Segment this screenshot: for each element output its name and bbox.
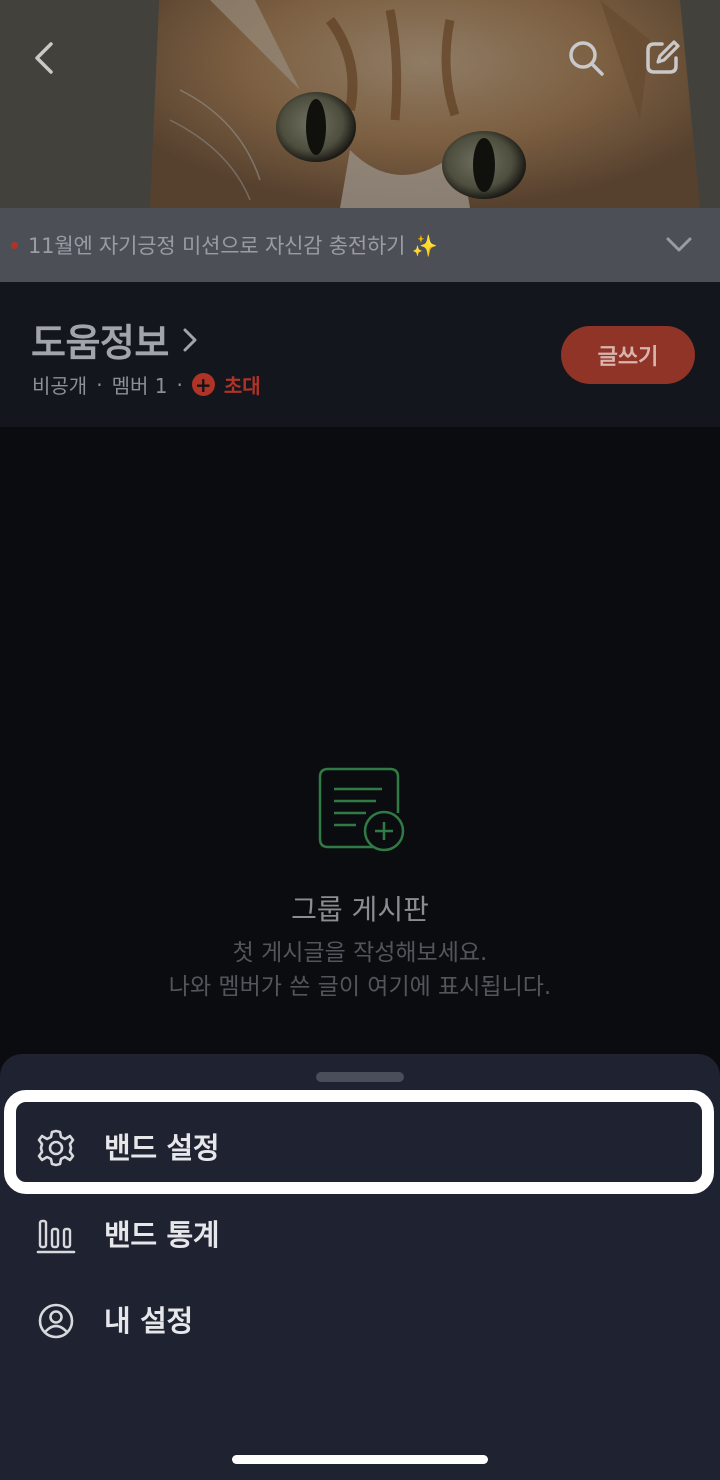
menu-item-my-settings[interactable]: 내 설정 [0,1277,720,1361]
menu-label: 내 설정 [104,1304,193,1338]
write-post-button[interactable] [634,30,690,86]
separator-dot: · [176,372,183,397]
plus-icon[interactable]: + [191,373,215,396]
user-circle-icon [36,1301,76,1341]
chevron-left-icon [35,42,53,74]
band-meta: 비공개 · 멤버 1 · + 초대 [32,370,261,399]
sheet-grabber[interactable] [316,1072,404,1082]
write-button[interactable]: 글쓰기 [561,326,695,384]
search-button[interactable] [558,30,614,86]
new-dot [11,241,18,249]
menu-item-band-stats[interactable]: 밴드 통계 [0,1191,720,1275]
menu-item-band-settings[interactable]: 밴드 설정 [0,1104,720,1188]
new-post-icon [318,767,405,852]
chevron-down-icon[interactable] [664,230,694,260]
empty-description: 첫 게시글을 작성해보세요. 나와 멤버가 쓴 글이 여기에 표시됩니다. [0,936,720,1004]
separator-dot: · [96,372,103,397]
notice-banner[interactable]: 11월엔 자기긍정 미션으로 자신감 충전하기 ✨ [0,208,720,282]
band-name-link[interactable]: 도움정보 [31,312,199,367]
search-icon [569,41,604,76]
edit-icon [646,40,680,74]
visibility-label: 비공개 [32,374,88,398]
gear-icon [36,1128,76,1168]
empty-line-2: 나와 멤버가 쓴 글이 여기에 표시됩니다. [168,974,552,1000]
menu-label: 밴드 통계 [104,1218,220,1252]
band-name: 도움정보 [31,321,169,365]
empty-title: 그룹 게시판 [291,893,429,926]
member-count: 멤버 1 [111,374,168,398]
menu-label: 밴드 설정 [104,1131,220,1165]
chevron-right-icon [183,328,197,351]
empty-line-1: 첫 게시글을 작성해보세요. [232,940,488,966]
invite-link[interactable]: 초대 [224,370,261,399]
home-indicator[interactable] [232,1455,488,1464]
notice-text: 11월엔 자기긍정 미션으로 자신감 충전하기 ✨ [28,234,438,258]
back-button[interactable] [16,30,72,86]
bar-chart-icon [36,1215,76,1255]
